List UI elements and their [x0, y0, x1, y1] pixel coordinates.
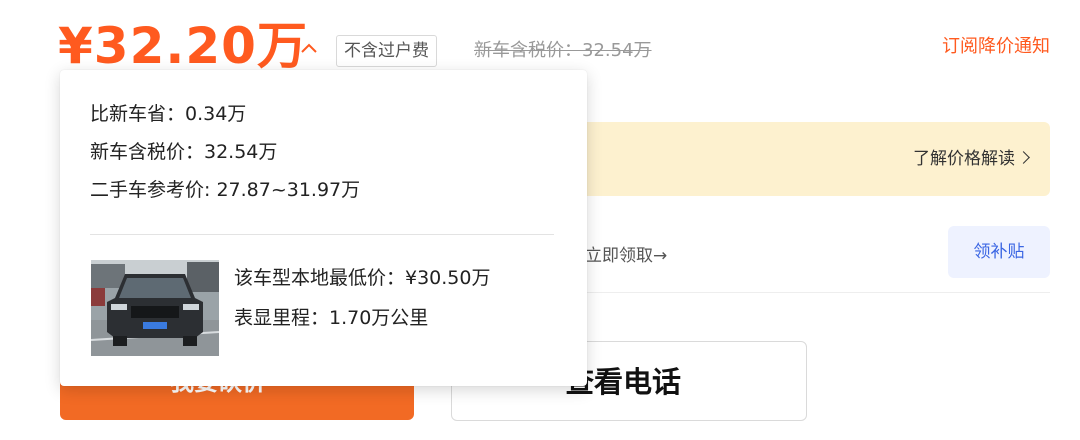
- claim-subsidy-button[interactable]: 领补贴: [948, 226, 1050, 278]
- new-car-tax-price: 新车含税价：32.54万: [90, 141, 278, 163]
- odometer-mileage: 表显里程：1.70万公里: [234, 307, 429, 329]
- price-explain-label: 了解价格解读: [913, 149, 1015, 169]
- popover-divider: [90, 234, 554, 235]
- fee-tag: 不含过户费: [336, 35, 437, 67]
- saving-vs-new: 比新车省：0.34万: [90, 103, 247, 125]
- price: ¥32.20万: [58, 17, 308, 75]
- price-explain-banner: 了解价格解读: [560, 122, 1050, 196]
- car-thumbnail[interactable]: [91, 260, 219, 356]
- subscribe-price-drop-link[interactable]: 订阅降价通知: [942, 34, 1050, 60]
- price-details-popover: 比新车省：0.34万 新车含税价：32.54万 二手车参考价: 27.87~31…: [60, 70, 587, 386]
- divider: [560, 292, 1050, 293]
- chevron-up-icon[interactable]: [300, 40, 318, 56]
- claim-now-link[interactable]: 立即领取→: [585, 244, 667, 268]
- chevron-right-icon: [1017, 151, 1030, 164]
- price-explain-link[interactable]: 了解价格解读: [913, 146, 1030, 172]
- used-car-reference-price: 二手车参考价: 27.87~31.97万: [90, 179, 361, 201]
- lowest-local-price: 该车型本地最低价：¥30.50万: [234, 267, 491, 289]
- new-car-price-strike: 新车含税价：32.54万: [474, 40, 652, 61]
